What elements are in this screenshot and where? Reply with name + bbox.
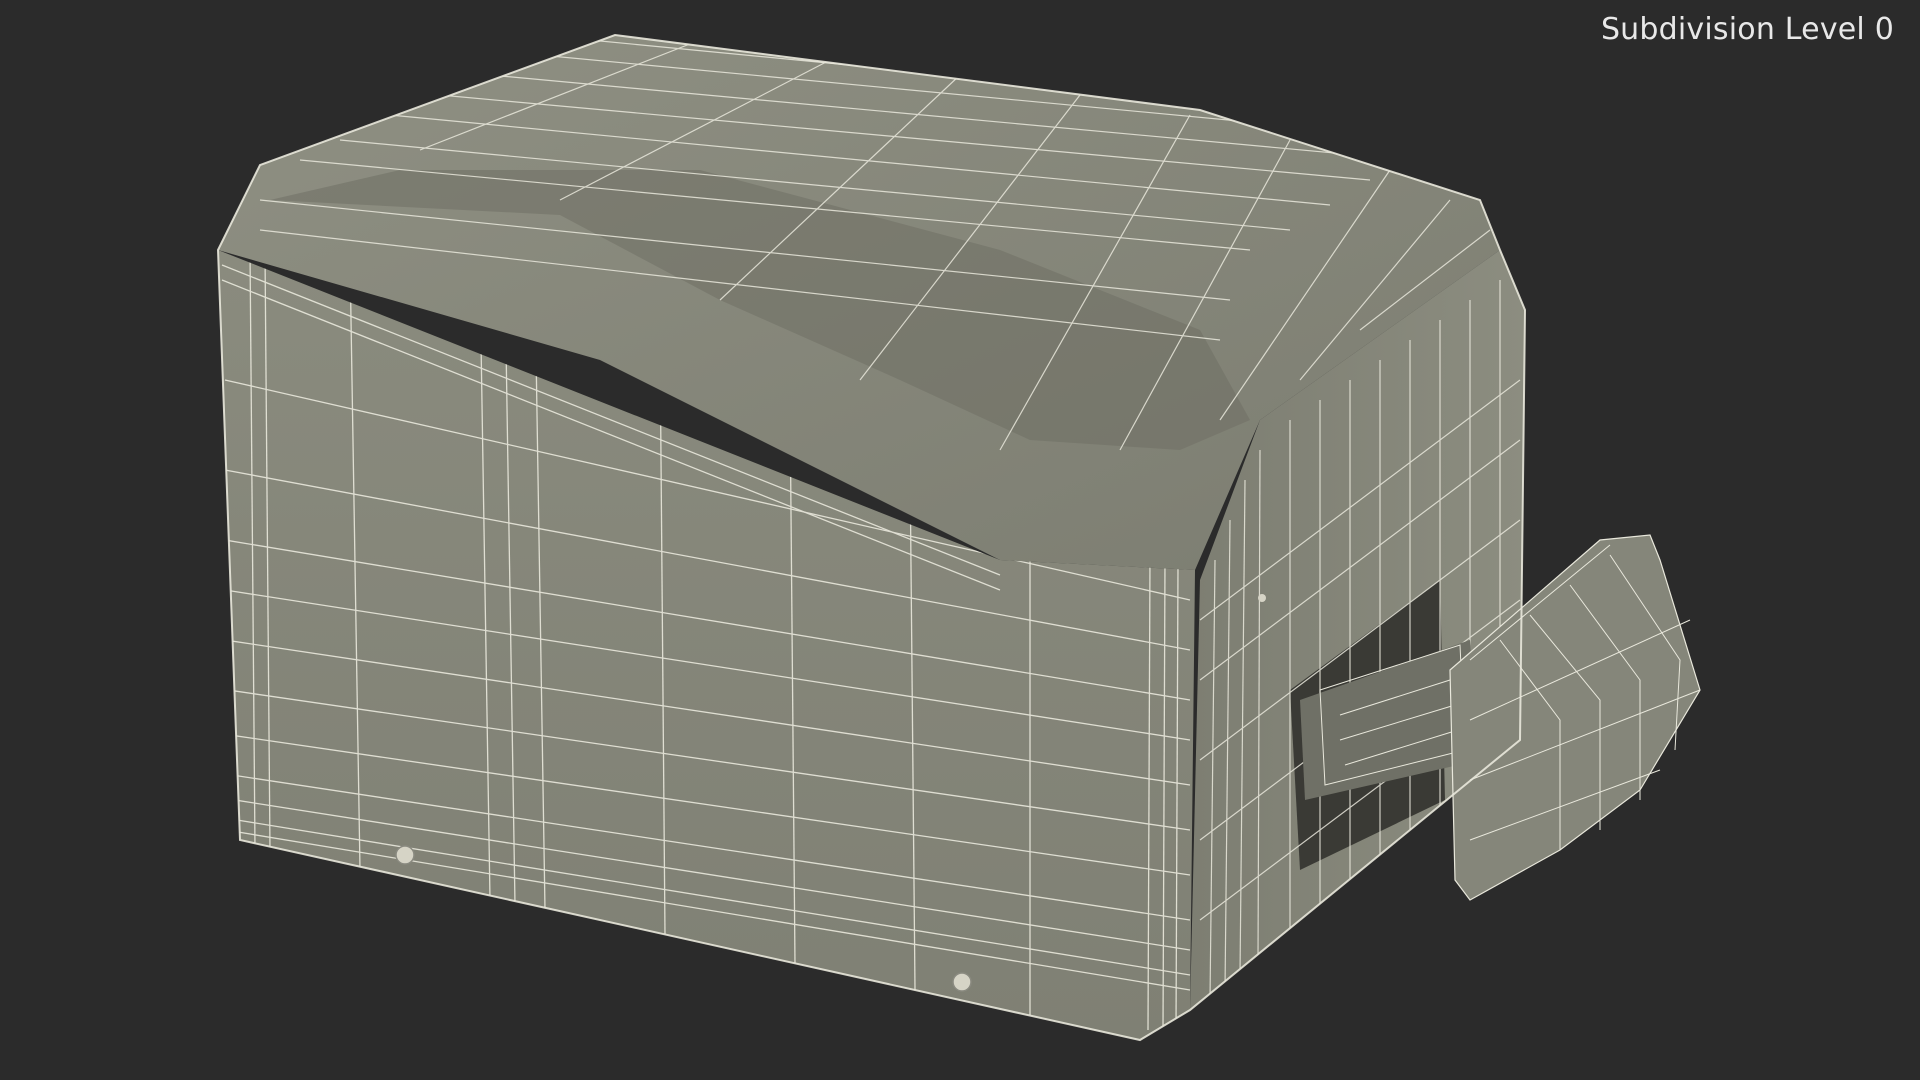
- side-dot: [1258, 594, 1266, 602]
- viewport-canvas[interactable]: Subdivision Level 0: [0, 0, 1920, 1080]
- foot-right: [952, 972, 972, 992]
- printer-body: [218, 35, 1525, 1040]
- subdivision-level-label: Subdivision Level 0: [1600, 12, 1894, 47]
- printer-wireframe-model[interactable]: [0, 0, 1920, 1080]
- foot-left: [395, 845, 415, 865]
